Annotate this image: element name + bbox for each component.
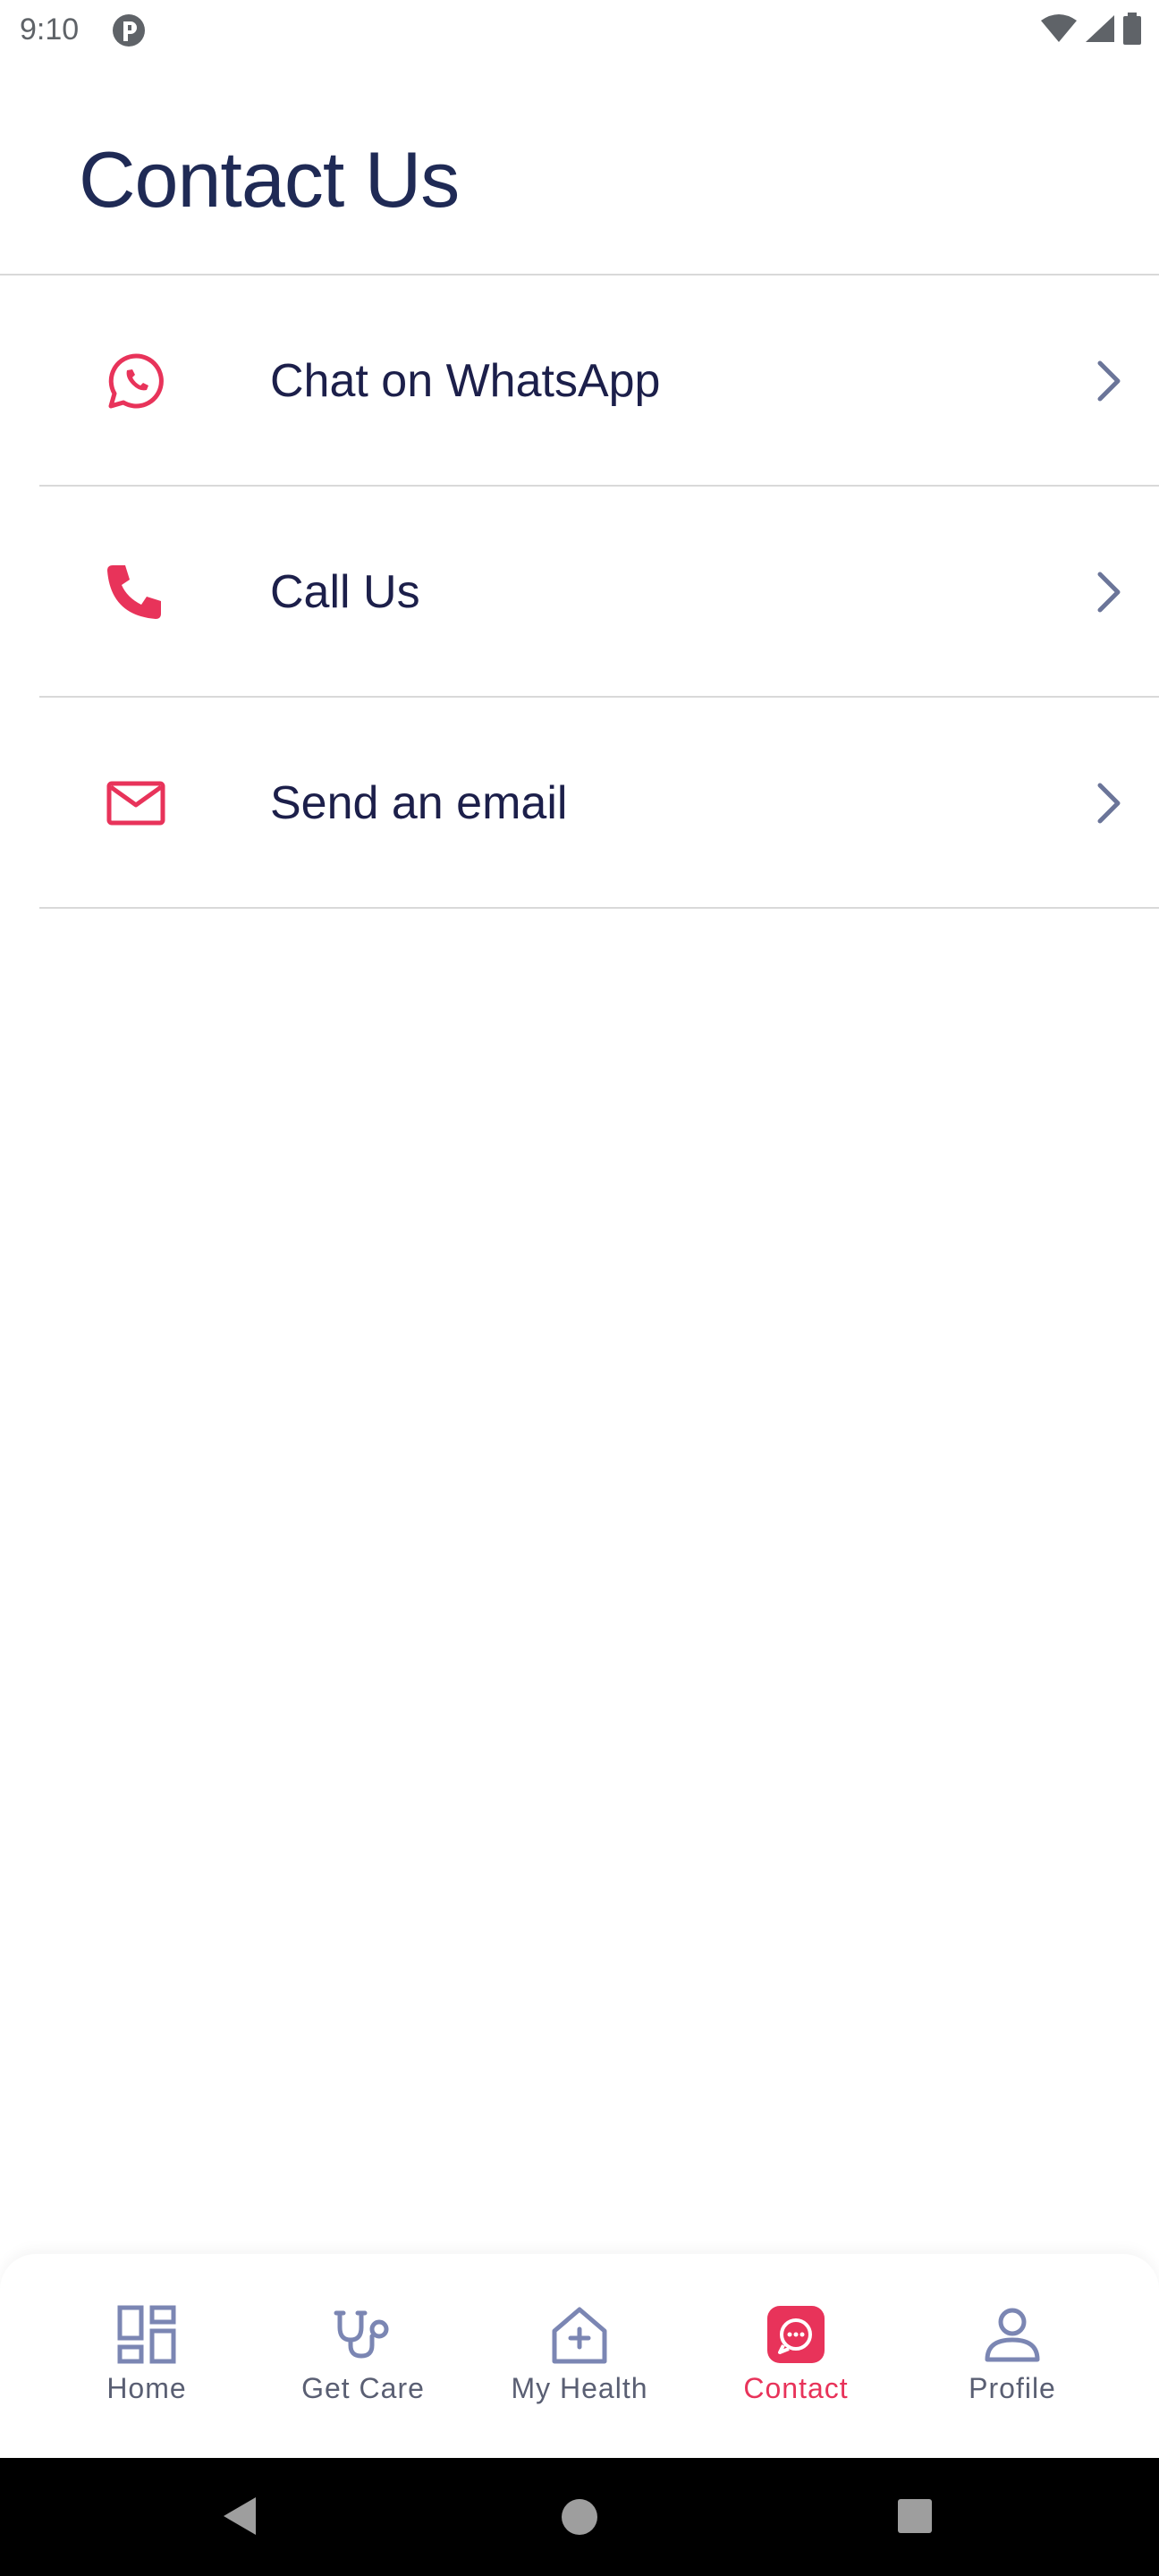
status-time: 9:10 (20, 13, 80, 47)
nav-item-home[interactable]: Home (48, 2304, 245, 2438)
person-icon (985, 2308, 1040, 2362)
dashboard-icon (117, 2305, 176, 2364)
contact-option-call[interactable]: Call Us (0, 487, 1159, 698)
home-circle-icon[interactable] (560, 2497, 599, 2537)
nav-item-my-health[interactable]: My Health (481, 2304, 678, 2438)
system-navigation-bar (0, 2458, 1159, 2576)
chevron-right-icon (1097, 783, 1121, 824)
contact-options-list: Chat on WhatsApp Call Us Send an email (0, 275, 1159, 909)
contact-option-email[interactable]: Send an email (0, 698, 1159, 909)
email-icon (106, 781, 165, 826)
whatsapp-icon (108, 353, 164, 409)
battery-icon (1123, 13, 1141, 45)
contact-option-label: Send an email (270, 777, 568, 829)
phone-icon (107, 565, 161, 619)
page-title: Contact Us (79, 135, 460, 224)
contact-screen: 9:10 Contact Us Chat on WhatsApp Call Us… (0, 0, 1159, 2576)
list-divider (39, 907, 1159, 909)
chat-bubble-icon (767, 2306, 825, 2363)
contact-option-label: Chat on WhatsApp (270, 355, 661, 407)
app-notification-icon (113, 14, 145, 47)
nav-label: Get Care (301, 2372, 425, 2404)
wifi-icon (1041, 14, 1077, 42)
bottom-navigation: Home Get Care My Health Contact Profile (0, 2254, 1159, 2458)
back-icon[interactable] (220, 2494, 259, 2538)
nav-label: My Health (511, 2372, 648, 2404)
nav-label: Home (106, 2372, 187, 2404)
chevron-right-icon (1097, 360, 1121, 402)
contact-option-label: Call Us (270, 566, 420, 618)
health-house-icon (552, 2307, 607, 2364)
nav-label: Contact (743, 2372, 849, 2404)
nav-item-get-care[interactable]: Get Care (265, 2304, 461, 2438)
nav-label: Profile (969, 2372, 1056, 2404)
recents-square-icon[interactable] (896, 2497, 934, 2535)
chevron-right-icon (1097, 572, 1121, 613)
contact-option-whatsapp[interactable]: Chat on WhatsApp (0, 275, 1159, 487)
cell-signal-icon (1086, 15, 1114, 42)
nav-item-profile[interactable]: Profile (914, 2304, 1111, 2438)
status-indicators (1034, 13, 1143, 45)
status-bar: 9:10 (0, 0, 1159, 59)
nav-item-contact[interactable]: Contact (698, 2304, 894, 2438)
stethoscope-icon (334, 2310, 389, 2359)
